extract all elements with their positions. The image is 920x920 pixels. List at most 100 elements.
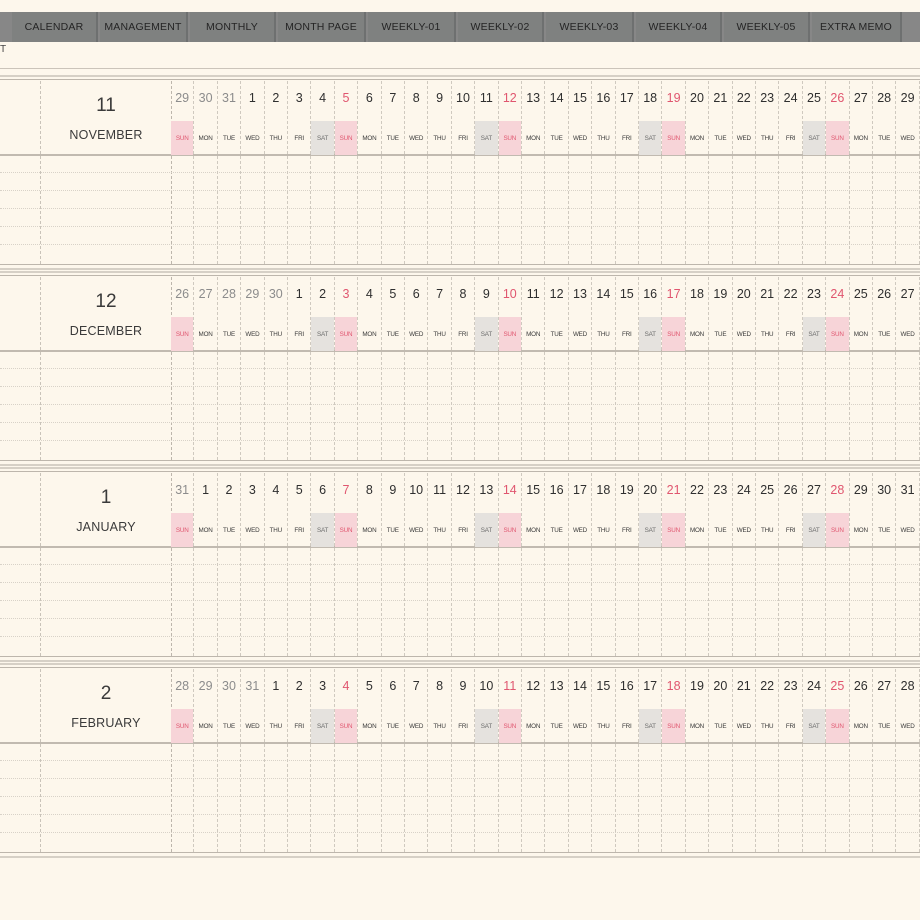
day-cell[interactable]: 17 WED <box>569 473 593 656</box>
day-cell[interactable]: 18 SAT <box>639 81 663 264</box>
day-cell[interactable]: 4 SUN <box>334 669 359 852</box>
day-cell[interactable]: 21 THU <box>756 277 780 460</box>
day-cell[interactable]: 27 WED <box>896 277 920 460</box>
day-cell[interactable]: 12 TUE <box>545 277 569 460</box>
day-cell[interactable]: 12 SUN <box>498 81 522 264</box>
day-cell[interactable]: 17 SAT <box>639 669 663 852</box>
day-cell[interactable]: 8 MON <box>358 473 382 656</box>
tab-monthly[interactable]: MONTHLY <box>190 12 276 42</box>
day-cell[interactable]: 20 WED <box>733 277 756 460</box>
day-cell[interactable]: 29 WED <box>896 81 920 264</box>
day-cell[interactable]: 6 TUE <box>382 669 405 852</box>
day-cell[interactable]: 19 TUE <box>709 277 733 460</box>
day-cell[interactable]: 21 WED <box>733 669 756 852</box>
day-cell[interactable]: 1 MON <box>194 473 218 656</box>
tab-extra-memo[interactable]: EXTRA MEMO <box>812 12 902 42</box>
day-cell[interactable]: 26 SUN <box>171 277 195 460</box>
day-cell[interactable]: 3 SUN <box>334 277 359 460</box>
day-cell[interactable]: 14 WED <box>569 669 593 852</box>
day-cell[interactable]: 18 MON <box>686 277 710 460</box>
day-cell[interactable]: 27 SAT <box>802 473 827 656</box>
day-cell[interactable]: 7 THU <box>428 277 452 460</box>
day-cell[interactable]: 13 SAT <box>475 473 499 656</box>
day-cell[interactable]: 23 THU <box>756 81 780 264</box>
day-cell[interactable]: 3 WED <box>241 473 265 656</box>
day-cell[interactable]: 16 FRI <box>616 669 639 852</box>
day-cell[interactable]: 5 FRI <box>288 473 312 656</box>
day-cell[interactable]: 28 TUE <box>873 81 897 264</box>
day-cell[interactable]: 13 TUE <box>545 669 569 852</box>
day-cell[interactable]: 30 THU <box>265 277 288 460</box>
day-cell[interactable]: 27 TUE <box>873 669 897 852</box>
day-cell[interactable]: 23 SAT <box>802 277 827 460</box>
day-cell[interactable]: 8 THU <box>428 669 452 852</box>
day-cell[interactable]: 2 THU <box>265 81 288 264</box>
day-cell[interactable]: 8 FRI <box>452 277 476 460</box>
day-cell[interactable]: 1 WED <box>241 81 265 264</box>
day-cell[interactable]: 24 SUN <box>826 277 850 460</box>
day-cell[interactable]: 6 MON <box>358 81 382 264</box>
tab-weekly-02[interactable]: WEEKLY-02 <box>458 12 544 42</box>
day-cell[interactable]: 1 THU <box>265 669 288 852</box>
day-cell[interactable]: 25 MON <box>850 277 873 460</box>
day-cell[interactable]: 29 MON <box>194 669 218 852</box>
day-cell[interactable]: 5 SUN <box>334 81 359 264</box>
day-cell[interactable]: 9 FRI <box>452 669 476 852</box>
day-cell[interactable]: 19 SUN <box>662 81 686 264</box>
day-cell[interactable]: 15 WED <box>569 81 593 264</box>
day-cell[interactable]: 29 SUN <box>171 81 195 264</box>
day-cell[interactable]: 10 SUN <box>498 277 522 460</box>
day-cell[interactable]: 28 TUE <box>218 277 242 460</box>
day-cell[interactable]: 29 MON <box>850 473 873 656</box>
day-cell[interactable]: 15 MON <box>522 473 546 656</box>
day-cell[interactable]: 3 SAT <box>311 669 335 852</box>
tab-weekly-01[interactable]: WEEKLY-01 <box>368 12 456 42</box>
day-cell[interactable]: 26 FRI <box>779 473 803 656</box>
day-cell[interactable]: 22 FRI <box>779 277 803 460</box>
day-cell[interactable]: 30 MON <box>194 81 218 264</box>
day-cell[interactable]: 14 SUN <box>498 473 522 656</box>
day-cell[interactable]: 18 SUN <box>662 669 686 852</box>
day-cell[interactable]: 31 TUE <box>218 81 242 264</box>
day-cell[interactable]: 4 SAT <box>311 81 335 264</box>
day-cell[interactable]: 19 FRI <box>616 473 639 656</box>
day-cell[interactable]: 14 THU <box>592 277 616 460</box>
day-cell[interactable]: 4 MON <box>358 277 382 460</box>
day-cell[interactable]: 5 TUE <box>382 277 405 460</box>
day-cell[interactable]: 25 SAT <box>802 81 827 264</box>
day-cell[interactable]: 25 SUN <box>826 669 850 852</box>
day-cell[interactable]: 31 SUN <box>171 473 195 656</box>
day-cell[interactable]: 16 SAT <box>639 277 663 460</box>
day-cell[interactable]: 14 TUE <box>545 81 569 264</box>
day-cell[interactable]: 21 SUN <box>662 473 686 656</box>
day-cell[interactable]: 26 MON <box>850 669 873 852</box>
day-cell[interactable]: 11 SUN <box>498 669 522 852</box>
tab-weekly-03[interactable]: WEEKLY-03 <box>546 12 634 42</box>
day-cell[interactable]: 20 TUE <box>709 669 733 852</box>
day-cell[interactable]: 20 SAT <box>639 473 663 656</box>
day-cell[interactable]: 31 WED <box>896 473 920 656</box>
day-cell[interactable]: 1 FRI <box>288 277 312 460</box>
day-cell[interactable]: 15 THU <box>592 669 616 852</box>
day-cell[interactable]: 13 MON <box>522 81 546 264</box>
day-cell[interactable]: 26 SUN <box>826 81 850 264</box>
day-cell[interactable]: 28 WED <box>896 669 920 852</box>
day-cell[interactable]: 22 WED <box>733 81 756 264</box>
day-cell[interactable]: 13 WED <box>569 277 593 460</box>
day-cell[interactable]: 23 TUE <box>709 473 733 656</box>
day-cell[interactable]: 6 SAT <box>311 473 335 656</box>
day-cell[interactable]: 8 WED <box>405 81 429 264</box>
day-cell[interactable]: 11 SAT <box>475 81 499 264</box>
day-cell[interactable]: 27 MON <box>194 277 218 460</box>
day-cell[interactable]: 28 SUN <box>826 473 850 656</box>
day-cell[interactable]: 17 SUN <box>662 277 686 460</box>
day-cell[interactable]: 22 MON <box>686 473 710 656</box>
day-cell[interactable]: 11 THU <box>428 473 452 656</box>
day-cell[interactable]: 3 FRI <box>288 81 312 264</box>
day-cell[interactable]: 22 THU <box>756 669 780 852</box>
day-cell[interactable]: 15 FRI <box>616 277 639 460</box>
day-cell[interactable]: 11 MON <box>522 277 546 460</box>
day-cell[interactable]: 2 FRI <box>288 669 312 852</box>
day-cell[interactable]: 24 FRI <box>779 81 803 264</box>
day-cell[interactable]: 2 SAT <box>311 277 335 460</box>
